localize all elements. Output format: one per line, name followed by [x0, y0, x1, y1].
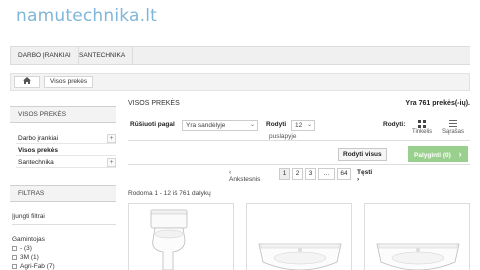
page-64[interactable]: 64 [337, 168, 351, 180]
expand-icon[interactable]: + [107, 134, 116, 143]
home-icon[interactable] [14, 76, 40, 88]
compare-button-label: Palyginti (0) [414, 152, 451, 159]
page-3[interactable]: 3 [305, 168, 316, 180]
sidebar-item-label: Santechnika [18, 159, 54, 166]
product-card[interactable] [128, 203, 234, 270]
view-list-label: Sąrašas [442, 129, 465, 135]
expand-icon[interactable]: + [107, 158, 116, 167]
breadcrumb: Visos prekės [10, 73, 470, 91]
product-card[interactable] [246, 203, 352, 270]
per-page-select[interactable]: 12 ⌄ [291, 120, 315, 131]
view-label: Rodyti: [383, 121, 406, 128]
page-ellipsis: ... [318, 168, 335, 180]
next-page-link[interactable]: Tęsti › [357, 169, 372, 183]
sidebar-item-label: Visos prekės [18, 147, 58, 154]
chevron-right-icon: › [357, 176, 360, 183]
prev-page-label: Ankstesnis [229, 176, 261, 183]
manufacturer-option[interactable]: 3M (1) [12, 254, 39, 261]
product-image[interactable] [129, 204, 234, 270]
view-grid-label: Tinkelis [412, 129, 433, 135]
prev-page-link[interactable]: ‹ Ankstesnis [229, 169, 260, 183]
compare-button[interactable]: Palyginti (0) › [408, 146, 468, 162]
checkbox[interactable] [12, 254, 17, 260]
per-page-value: 12 [295, 122, 303, 129]
page-2[interactable]: 2 [292, 168, 303, 180]
active-filters-label: Įjungti filtrai [12, 213, 45, 220]
grid-icon [418, 120, 427, 128]
sidebar-item-darbo-irankiai[interactable]: Darbo įrankiai + [16, 133, 116, 144]
product-image[interactable] [247, 204, 352, 270]
list-icon [449, 120, 457, 128]
site-logo[interactable]: namutechnika.lt [16, 6, 157, 26]
view-grid-button[interactable]: Tinkelis [412, 120, 432, 135]
per-page-label: Rodyti [266, 121, 287, 128]
sidebar-categories-title: VISOS PREKĖS [10, 106, 116, 123]
checkbox[interactable] [12, 245, 17, 251]
per-page-suffix: puslapyje [269, 133, 297, 140]
show-all-button[interactable]: Rodyti visus [338, 148, 387, 161]
page-title: VISOS PREKĖS [128, 100, 180, 107]
manufacturer-option[interactable]: - (3) [12, 245, 32, 252]
checkbox[interactable] [12, 263, 17, 269]
sidebar-filters-title: FILTRAS [10, 185, 116, 202]
sidebar-item-santechnika[interactable]: Santechnika + [16, 157, 116, 168]
divider [128, 140, 470, 141]
product-count: Yra 761 prekės(-ių). [405, 100, 470, 107]
breadcrumb-current: Visos prekės [44, 76, 94, 88]
product-image[interactable] [365, 204, 470, 270]
nav-item-darbo-irankiai[interactable]: DARBO ĮRANKIAI [10, 47, 79, 64]
view-list-button[interactable]: Sąrašas [442, 120, 464, 135]
sidebar-item-label: Darbo įrankiai [18, 135, 59, 142]
manufacturer-option-label: 3M (1) [20, 254, 39, 261]
chevron-down-icon: ⌄ [306, 122, 312, 128]
main-navigation: DARBO ĮRANKIAI SANTECHNIKA [10, 46, 470, 65]
nav-item-santechnika[interactable]: SANTECHNIKA [72, 47, 134, 64]
page-1[interactable]: 1 [279, 168, 290, 180]
sort-select-value: Yra sandėlyje [186, 122, 226, 129]
manufacturer-option[interactable]: Agri-Fab (7) [12, 263, 55, 270]
product-card[interactable] [364, 203, 470, 270]
sidebar-item-visos-prekes[interactable]: Visos prekės [16, 145, 116, 156]
sort-select[interactable]: Yra sandėlyje ⌄ [182, 120, 258, 131]
manufacturer-label: Gamintojas [12, 236, 45, 243]
chevron-left-icon: ‹ [229, 169, 232, 176]
sort-label: Rūšiuoti pagal [130, 121, 175, 128]
manufacturer-option-label: - (3) [20, 245, 32, 252]
showing-range: Rodoma 1 - 12 iš 761 dalykų [128, 190, 211, 197]
manufacturer-option-label: Agri-Fab (7) [20, 263, 55, 270]
divider [12, 224, 116, 225]
divider [128, 164, 470, 165]
next-page-label: Tęsti [357, 169, 373, 176]
chevron-down-icon: ⌄ [249, 122, 255, 128]
chevron-right-icon: › [458, 149, 462, 159]
